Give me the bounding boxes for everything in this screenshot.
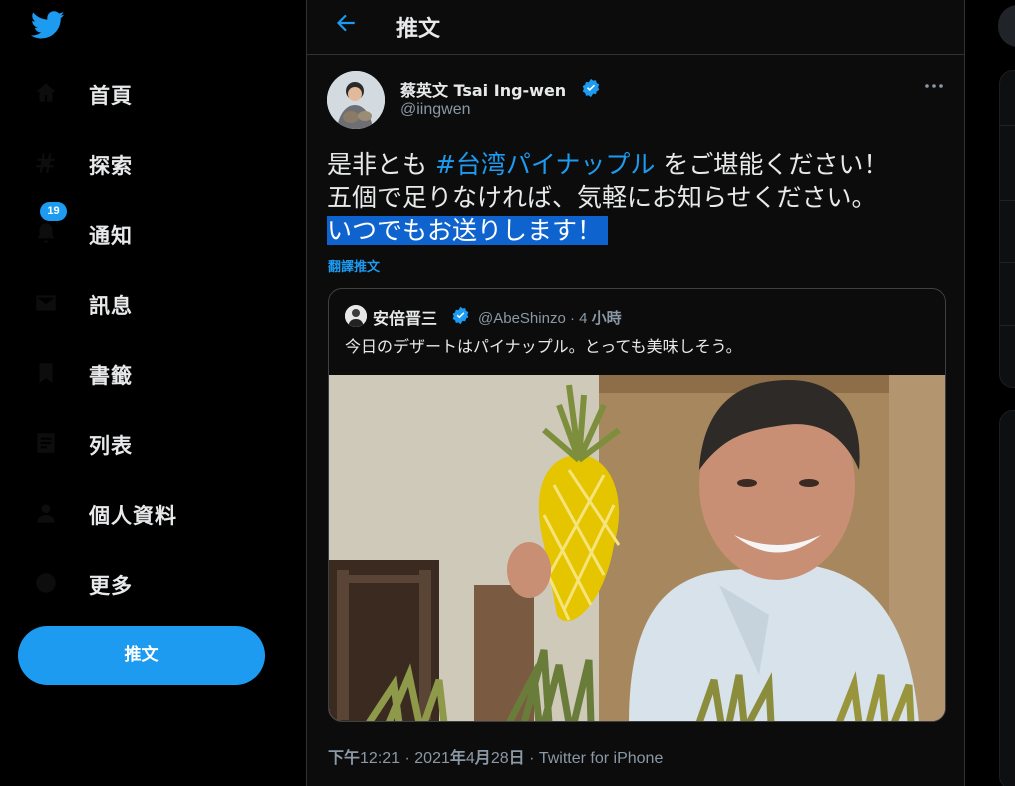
twitter-bird-logo-icon[interactable] — [28, 8, 68, 42]
quoted-time-unit: 小時 — [591, 310, 622, 327]
tweet-timestamp[interactable]: 下午12:21 · 2021年4月28日 · Twitter for iPhon… — [328, 744, 663, 768]
sidebar-item-lists[interactable]: 列表 — [22, 416, 282, 470]
date-year: 2021 — [414, 750, 450, 767]
sidebar-item-explore[interactable]: 探索 — [22, 136, 282, 190]
time-period: 下午 — [328, 748, 361, 767]
divider — [999, 125, 1015, 126]
quoted-meta: @AbeShinzo · 4 小時 — [478, 307, 622, 328]
hashtag-icon — [32, 149, 60, 177]
divider — [999, 200, 1015, 201]
sidebar-item-label: 訊息 — [89, 294, 133, 318]
date-year-unit: 年 — [449, 748, 466, 767]
bookmark-icon — [32, 359, 60, 387]
text-segment: をご堪能ください！ — [655, 150, 889, 179]
mail-icon — [32, 289, 60, 317]
date-day-unit: 日 — [508, 748, 525, 767]
sidebar-item-bookmarks[interactable]: 書籤 — [22, 346, 282, 400]
search-box[interactable] — [998, 5, 1015, 47]
sidebar-item-more[interactable]: 更多 — [22, 556, 282, 610]
sidebar-item-label: 個人資料 — [89, 504, 177, 528]
sidebar-item-messages[interactable]: 訊息 — [22, 276, 282, 330]
more-options-icon[interactable] — [921, 76, 947, 96]
text-segment: 是非とも — [327, 150, 435, 179]
more-circle-icon — [32, 569, 60, 597]
back-arrow-icon[interactable] — [333, 10, 359, 36]
separator: · — [524, 750, 539, 767]
quoted-time: 4 — [579, 310, 592, 327]
translate-tweet-link[interactable]: 翻譯推文 — [328, 256, 380, 275]
date-month: 4 — [465, 750, 475, 767]
compose-tweet-button[interactable]: 推文 — [18, 626, 265, 685]
separator: · — [565, 310, 580, 327]
quoted-handle[interactable]: @AbeShinzo — [478, 310, 566, 327]
tweet-text-line: 五個で足りなければ、気軽にお知らせください。 — [327, 183, 877, 212]
sidebar-item-label: 列表 — [89, 434, 133, 458]
sidebar-item-notifications[interactable]: 19 通知 — [22, 202, 282, 260]
quoted-tweet-card[interactable]: 安倍晋三 @AbeShinzo · 4 小時 今日のデザートはパイナップル。とっ… — [328, 288, 946, 722]
tweet-text: 是非とも #台湾パイナップル をご堪能ください！ 五個で足りなければ、気軽にお知… — [327, 148, 947, 247]
sidebar-item-label: 更多 — [89, 574, 133, 598]
tweet-text-line: 是非とも #台湾パイナップル をご堪能ください！ — [327, 148, 947, 181]
home-icon — [32, 79, 60, 107]
quoted-photo[interactable] — [329, 375, 946, 722]
quoted-text: 今日のデザートはパイナップル。とっても美味しそう。 — [345, 337, 742, 356]
author-name[interactable]: 蔡英文 Tsai Ing-wen — [400, 77, 566, 101]
tweet-text-line: いつでもお送りします！ — [327, 214, 947, 247]
main-column: 推文 蔡英文 Tsai Ing-wen @iingwen 是非とも #台湾パイナ… — [306, 0, 965, 786]
tweet-source-link[interactable]: Twitter for iPhone — [539, 750, 664, 767]
bell-icon — [32, 219, 60, 247]
quoted-avatar[interactable] — [345, 305, 367, 327]
who-to-follow-panel — [999, 410, 1015, 786]
person-icon — [32, 499, 60, 527]
divider — [999, 262, 1015, 263]
notification-count-badge: 19 — [40, 202, 67, 221]
quoted-author-name[interactable]: 安倍晋三 — [373, 305, 437, 329]
time-clock: 12:21 — [360, 750, 401, 767]
sidebar-item-label: 探索 — [89, 154, 133, 178]
selected-text: いつでもお送りします！ — [327, 216, 609, 245]
sidebar-item-home[interactable]: 首頁 — [22, 66, 282, 120]
page-title: 推文 — [396, 17, 441, 42]
list-icon — [32, 429, 60, 457]
date-month-unit: 月 — [474, 748, 491, 767]
page-header: 推文 — [307, 0, 965, 55]
trends-panel — [999, 70, 1015, 388]
verified-badge-icon — [582, 78, 600, 98]
sidebar-item-label: 書籤 — [89, 364, 133, 388]
divider — [999, 325, 1015, 326]
hashtag-link[interactable]: #台湾パイナップル — [435, 150, 655, 179]
right-sidebar — [966, 0, 1015, 786]
sidebar-item-label: 通知 — [89, 224, 133, 248]
avatar[interactable] — [327, 71, 385, 129]
sidebar-item-label: 首頁 — [89, 84, 133, 108]
author-handle[interactable]: @iingwen — [400, 101, 471, 119]
sidebar-item-profile[interactable]: 個人資料 — [22, 486, 282, 540]
twitter-app: 首頁 探索 19 通知 訊息 書籤 列表 個人資料 更多 推文 推文 蔡英文 T… — [0, 0, 1015, 786]
left-sidebar: 首頁 探索 19 通知 訊息 書籤 列表 個人資料 更多 推文 — [0, 0, 306, 786]
date-day: 28 — [490, 750, 509, 767]
verified-badge-icon — [452, 306, 469, 325]
separator: · — [400, 750, 415, 767]
